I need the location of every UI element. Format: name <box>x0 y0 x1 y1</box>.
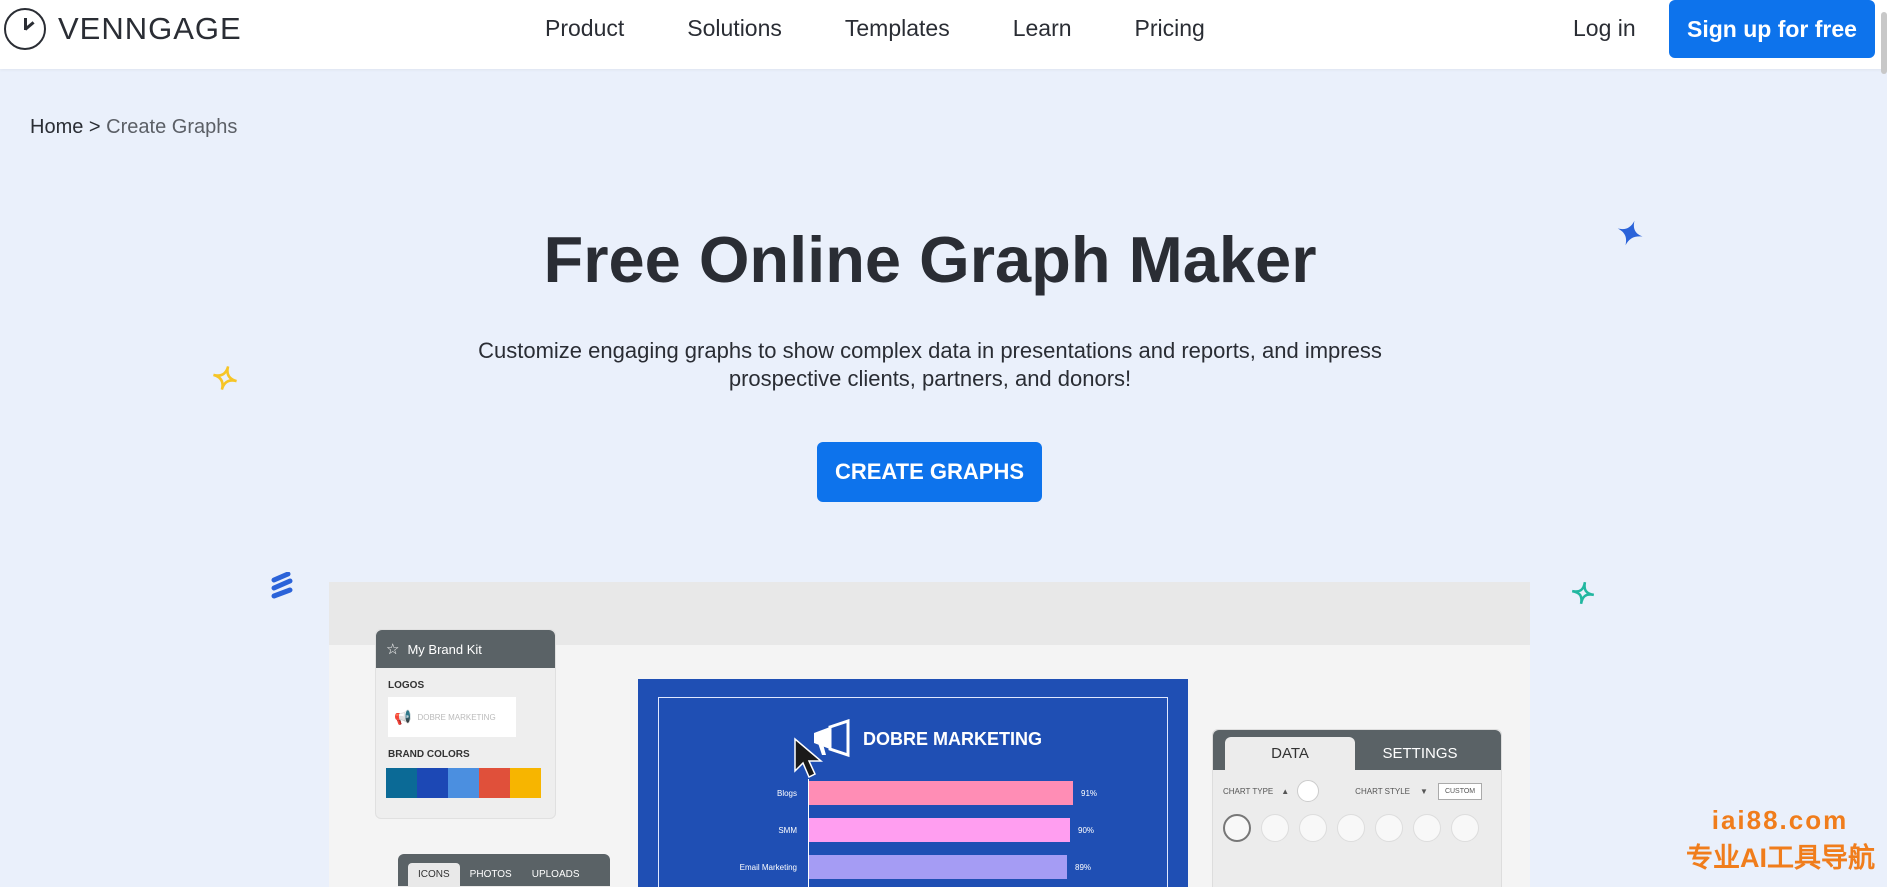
watermark-slogan: 专业AI工具导航 <box>1686 843 1875 873</box>
stripes-decoration-icon <box>271 572 293 599</box>
chart-style-label: CHART STYLE <box>1355 786 1411 796</box>
clock-logo-icon <box>4 8 46 50</box>
tab-icons: ICONS <box>408 863 460 886</box>
brand-color-swatches <box>386 768 555 798</box>
pie-chart-type-icon <box>1375 814 1403 842</box>
venngage-logo[interactable]: VENNGAGE <box>4 8 242 50</box>
tab-uploads: UPLOADS <box>531 869 580 880</box>
watermark-url: iai88.com <box>1711 805 1849 835</box>
bar <box>809 818 1070 842</box>
create-graphs-button[interactable]: CREATE GRAPHS <box>817 442 1042 502</box>
color-swatch <box>510 768 541 798</box>
nav-item-learn[interactable]: Learn <box>1013 15 1072 42</box>
brand-logo-thumbnail: 📢 DOBRE MARKETING <box>388 697 516 737</box>
sparkle-blue-icon <box>1617 220 1643 246</box>
cursor-arrow-icon <box>794 737 824 779</box>
bar <box>809 781 1073 805</box>
dot-chart-type-icon <box>1451 814 1479 842</box>
star-icon: ☆ <box>386 641 400 658</box>
bar-value-label: 91% <box>1081 789 1098 798</box>
poster-canvas: DOBRE MARKETING Blogs 91% SMM 90% Email Mark… <box>638 679 1188 887</box>
logos-label: LOGOS <box>388 680 425 691</box>
bar <box>809 855 1067 879</box>
megaphone-icon: 📢 <box>394 708 412 725</box>
signup-button[interactable]: Sign up for free <box>1669 0 1875 58</box>
area-chart-type-icon <box>1337 814 1365 842</box>
tab-photos: PHOTOS <box>469 869 512 880</box>
color-swatch <box>479 768 510 798</box>
caret-down-icon: ▼ <box>1420 786 1428 796</box>
brand-logo-text: DOBRE MARKETING <box>417 712 496 722</box>
poster-title: DOBRE MARKETING <box>863 729 1042 749</box>
top-navigation: VENNGAGE Product Solutions Templates Lea… <box>0 0 1887 69</box>
horizontal-bar-type-icon <box>1261 814 1289 842</box>
sparkle-yellow-icon <box>213 366 237 390</box>
bar-chart-icon <box>1297 780 1320 802</box>
watermark: iai88.com 专业AI工具导航 <box>1645 805 1875 875</box>
breadcrumb-home[interactable]: Home <box>30 116 83 138</box>
main-menu: Product Solutions Templates Learn Pricin… <box>545 15 1268 42</box>
asset-tabs-bar: ICONS PHOTOS UPLOADS <box>398 854 610 886</box>
tab-settings: SETTINGS <box>1382 745 1458 762</box>
page-title: Free Online Graph Maker <box>543 223 1317 296</box>
brand-kit-header: ☆ My Brand Kit <box>376 630 555 668</box>
tab-data: DATA <box>1225 737 1355 770</box>
caret-up-icon: ▲ <box>1281 786 1290 796</box>
breadcrumb-current: Create Graphs <box>106 116 238 138</box>
page-subtitle: Customize engaging graphs to show comple… <box>478 338 1382 391</box>
asset-tabs-panel: ICONS PHOTOS UPLOADS <box>398 854 610 887</box>
brand-name: VENNGAGE <box>58 11 242 46</box>
bar-chart-type-icon <box>1223 814 1251 842</box>
line-chart-type-icon <box>1299 814 1327 842</box>
custom-style-box: CUSTOM <box>1437 782 1483 800</box>
scrollbar-thumb[interactable] <box>1881 12 1887 74</box>
brand-kit-title: My Brand Kit <box>407 641 482 657</box>
chart-type-icons <box>1223 814 1501 842</box>
breadcrumb: Home > Create Graphs <box>30 116 237 139</box>
chart-data-panel: DATA SETTINGS CHART TYPE ▲ CHART STYLE ▼… <box>1212 729 1502 887</box>
data-panel-tabs: DATA SETTINGS <box>1213 730 1501 770</box>
color-swatch <box>448 768 479 798</box>
chart-type-label: CHART TYPE <box>1223 786 1274 796</box>
bar-value-label: 90% <box>1078 826 1095 835</box>
editor-preview-image: ☆ My Brand Kit LOGOS 📢 DOBRE MARKETING B… <box>329 582 1530 887</box>
bar-label: Email Marketing <box>739 863 797 872</box>
breadcrumb-separator: > <box>88 116 101 138</box>
chart-options-row: CHART TYPE ▲ CHART STYLE ▼ CUSTOM <box>1223 780 1501 802</box>
login-link[interactable]: Log in <box>1573 15 1636 42</box>
nav-item-product[interactable]: Product <box>545 15 624 42</box>
nav-item-pricing[interactable]: Pricing <box>1135 15 1205 42</box>
nav-item-templates[interactable]: Templates <box>845 15 950 42</box>
gauge-chart-type-icon <box>1413 814 1441 842</box>
sparkle-green-icon <box>1571 581 1595 605</box>
color-swatch <box>417 768 448 798</box>
color-swatch <box>386 768 417 798</box>
bar-label: Blogs <box>776 789 797 798</box>
bar-label: SMM <box>778 826 797 835</box>
nav-item-solutions[interactable]: Solutions <box>687 15 782 42</box>
brand-kit-panel: ☆ My Brand Kit LOGOS 📢 DOBRE MARKETING B… <box>375 629 556 819</box>
bar-value-label: 89% <box>1075 863 1092 872</box>
brand-colors-label: BRAND COLORS <box>388 749 470 760</box>
